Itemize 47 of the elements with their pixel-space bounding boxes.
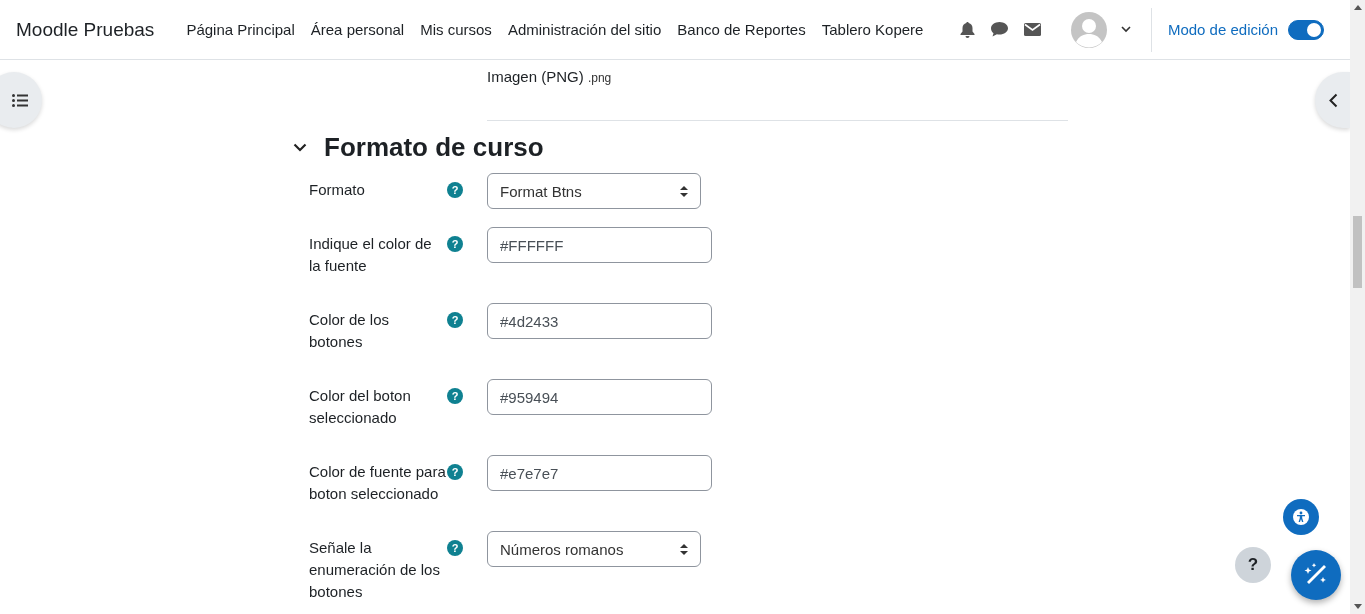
nav-link[interactable]: Tablero Kopere bbox=[813, 13, 932, 46]
course-index-button[interactable] bbox=[0, 72, 42, 128]
accessibility-button[interactable] bbox=[1283, 499, 1319, 535]
scroll-down-icon[interactable] bbox=[1353, 604, 1362, 609]
list-icon bbox=[12, 93, 28, 107]
caret-icon[interactable] bbox=[1120, 26, 1131, 33]
sort-caret-icon bbox=[680, 185, 688, 197]
input-field[interactable]: #959494 bbox=[487, 379, 712, 415]
scroll-up-icon[interactable] bbox=[1353, 5, 1362, 10]
edit-mode-label: Modo de edición bbox=[1167, 21, 1278, 38]
nav-link[interactable]: Mis cursos bbox=[412, 13, 500, 46]
help-button[interactable]: ? bbox=[1235, 547, 1271, 583]
nav-link[interactable]: Área personal bbox=[302, 13, 413, 46]
nav-link[interactable]: Página Principal bbox=[178, 13, 303, 46]
magic-wand-button[interactable] bbox=[1291, 550, 1341, 600]
field-label: Señale la enumeración de los botones bbox=[309, 538, 441, 602]
help-icon[interactable]: ? bbox=[447, 464, 463, 480]
field-label: Indique el color de la fuente bbox=[309, 234, 433, 276]
field-label: Color del boton seleccionado bbox=[309, 386, 412, 428]
section-heading: Formato de curso bbox=[324, 131, 544, 163]
envelope-icon[interactable] bbox=[1023, 23, 1041, 36]
site-name[interactable]: Moodle Pruebas bbox=[16, 18, 155, 41]
edit-mode-toggle[interactable] bbox=[1288, 19, 1324, 40]
help-icon[interactable]: ? bbox=[447, 388, 463, 404]
chevron-down-icon[interactable] bbox=[293, 142, 307, 152]
input-field[interactable]: #FFFFFF bbox=[487, 227, 712, 263]
scrollbar-thumb[interactable] bbox=[1353, 216, 1362, 288]
file-type-text: Imagen (PNG) .png bbox=[487, 60, 1068, 121]
help-icon[interactable]: ? bbox=[447, 182, 463, 198]
chevron-left-icon bbox=[1329, 92, 1338, 108]
bell-icon[interactable] bbox=[959, 21, 975, 38]
dropdown-field[interactable]: Números romanos bbox=[487, 531, 701, 567]
help-icon[interactable]: ? bbox=[447, 236, 463, 252]
sort-caret-icon bbox=[680, 543, 688, 555]
help-icon[interactable]: ? bbox=[447, 312, 463, 328]
input-field[interactable]: #e7e7e7 bbox=[487, 455, 712, 491]
accessibility-icon bbox=[1293, 509, 1309, 525]
scrollbar[interactable] bbox=[1350, 0, 1365, 614]
dropdown-field[interactable]: Format Btns bbox=[487, 173, 701, 209]
field-label: Color de fuente para boton seleccionado bbox=[309, 462, 447, 504]
nav-link[interactable]: Banco de Reportes bbox=[669, 13, 814, 46]
field-label: Color de los botones bbox=[309, 310, 391, 352]
input-field[interactable]: #4d2433 bbox=[487, 303, 712, 339]
field-label: Formato bbox=[309, 180, 366, 200]
help-icon[interactable]: ? bbox=[447, 540, 463, 556]
chat-bubble-icon[interactable] bbox=[990, 22, 1008, 37]
nav-link[interactable]: Administración del sitio bbox=[499, 13, 670, 46]
